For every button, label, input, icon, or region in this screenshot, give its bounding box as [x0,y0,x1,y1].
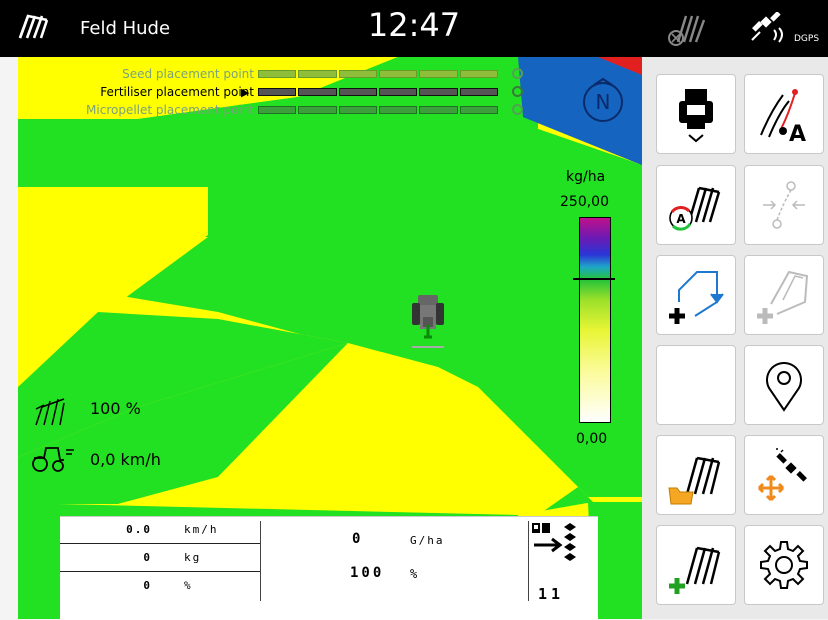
location-pin-icon [766,362,802,412]
work-rate-icon [35,398,65,426]
tractor-speed-icon [32,447,74,472]
section-bar-micropellet [258,106,498,114]
guidance-a-button[interactable]: A [744,74,824,154]
gps-mode-label: DGPS [794,34,820,44]
seed-count-icon [532,523,576,561]
new-field-button[interactable] [656,525,736,605]
field-logo-icon [18,14,48,39]
section-row-micropellet: Micropellet placement point [18,103,528,119]
panel-unit: kg [184,551,202,564]
waypoint-disabled-button[interactable] [744,165,824,245]
legend-unit: kg/ha [566,169,606,185]
tractor-down-icon [679,89,713,143]
legend-min: 0,00 [576,431,608,447]
rate-legend-bar [579,217,611,423]
add-field-disabled-button[interactable] [744,255,824,335]
guidance-a-icon: A [760,89,806,145]
section-row-seed: Seed placement point [18,67,528,83]
field-name: Feld Hude [80,18,171,39]
settings-button[interactable] [744,525,824,605]
percent-value: 100 [350,565,385,581]
panel-divider [528,521,529,601]
section-status-icon [668,15,706,46]
section-end-icon [512,68,523,79]
section-label-fertiliser: Fertiliser placement point [100,85,254,99]
svg-text:A: A [676,212,686,226]
percent-unit: % [410,567,418,581]
section-label-seed: Seed placement point [122,67,254,81]
tractor-menu-button[interactable] [656,74,736,154]
compass-label: N [596,90,611,114]
add-boundary-button[interactable] [656,255,736,335]
gps-move-button[interactable] [744,435,824,515]
legend-current-marker [573,278,615,280]
location-button[interactable] [744,345,824,425]
speed-value: 0,0 km/h [90,450,161,469]
tractor-icon [412,295,444,348]
panel-unit: km/h [184,523,219,536]
section-bar-fertiliser [258,88,498,96]
open-field-button[interactable] [656,435,736,515]
section-row-fertiliser[interactable]: Fertiliser placement point ▶ [18,85,528,101]
legend-max: 250,00 [560,194,609,210]
new-field-icon [669,546,721,594]
panel-unit: % [184,579,193,592]
panel-row: 0.0 km/h [60,517,260,544]
panel-divider [260,521,261,601]
section-auto-icon: A [669,186,721,231]
rate-unit: G/ha [410,534,445,547]
field-folder-icon [668,456,721,505]
gear-icon [760,541,808,589]
section-auto-button[interactable]: A [656,165,736,245]
active-marker-icon: ▶ [241,86,250,99]
rate-value: 0 [352,531,361,547]
add-boundary-icon [669,271,724,324]
svg-text:A: A [789,122,806,145]
panel-value: 0.0 [126,523,152,536]
work-rate-value: 100 % [90,399,141,418]
compass-icon[interactable]: N [578,77,628,127]
add-field-icon [757,270,809,324]
section-end-icon [512,86,523,97]
section-end-icon [512,104,523,115]
panel-row: 0 % [60,573,260,599]
panel-row: 0 kg [60,545,260,572]
satellite-move-icon [757,448,807,502]
track-point-icon [763,181,805,229]
machine-data-panel[interactable]: 0.0 km/h 0 kg 0 % 0 G/ha 100 % 11 [60,516,598,620]
seed-count: 11 [538,585,565,603]
top-bar: Feld Hude 12:47 DGPS [0,0,828,57]
section-label-micropellet: Micropellet placement point [86,103,254,117]
empty-button[interactable] [656,345,736,425]
panel-value: 0 [143,579,152,592]
satellite-icon [751,12,783,43]
section-bar-seed [258,70,498,78]
side-button-panel: A A [642,57,828,619]
panel-value: 0 [143,551,152,564]
